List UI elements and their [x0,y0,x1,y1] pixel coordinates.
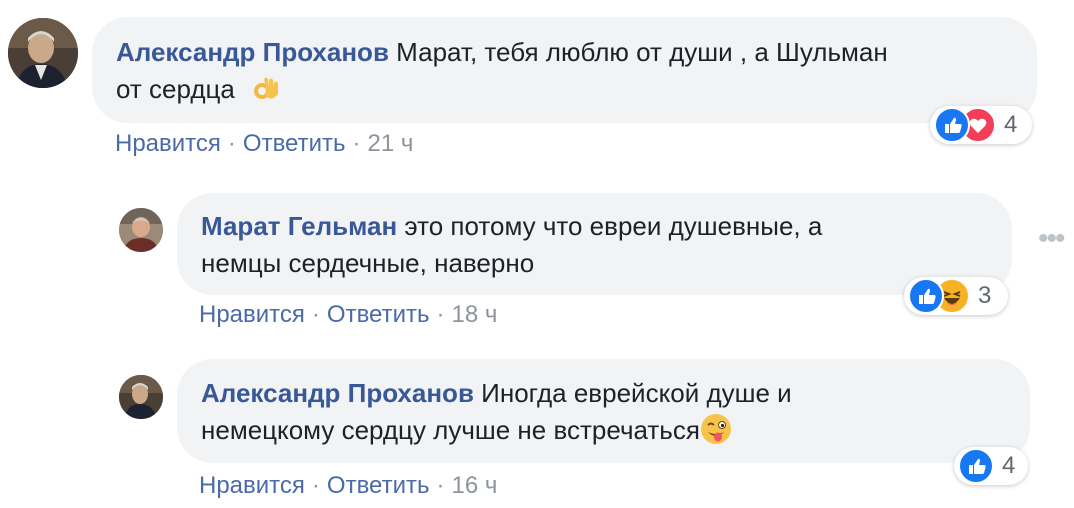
comment-author-link[interactable]: Марат Гельман [201,211,397,241]
avatar[interactable] [119,375,163,419]
reply-link[interactable]: Ответить [243,130,346,157]
comment-text-line: немецкому сердцу лучше не встречаться [201,415,700,445]
like-link[interactable]: Нравится [199,301,305,328]
like-icon [958,448,994,484]
reactions-summary[interactable]: 3 [904,277,1008,315]
comment-text-line: Иногда еврейской душе и [481,378,792,408]
reply-link[interactable]: Ответить [327,472,430,499]
ok-hand-icon [252,74,282,104]
comment-author-link[interactable]: Александр Проханов [116,37,389,67]
comment-bubble: Александр Проханов Иногда еврейской душе… [177,359,1030,463]
comment-text-line: Марат, тебя люблю от души , а Шульман [396,37,888,67]
comment-actions: Нравится · Ответить · 16 ч [199,472,497,500]
separator: · [227,130,236,157]
comment-text: Александр Проханов Марат, тебя люблю от … [116,34,1013,71]
comment-actions: Нравится · Ответить · 21 ч [115,130,413,158]
comment-text: Марат Гельман это потому что евреи душев… [201,208,988,245]
separator: · [436,301,445,328]
comment-bubble: Марат Гельман это потому что евреи душев… [177,193,1012,295]
comment-text-line: немцы сердечные, наверно [201,248,535,278]
winking-tongue-face-icon [700,413,732,445]
comment-text-line: от сердца [116,74,235,104]
timestamp-link[interactable]: 18 ч [452,301,498,328]
comment-text-line: это потому что евреи душевные, а [404,211,823,241]
comment-text-continued: от сердца [116,71,1013,108]
comment-text: Александр Проханов Иногда еврейской душе… [201,375,1006,412]
comment-text-continued: немецкому сердцу лучше не встречаться [201,412,1006,449]
separator: · [352,130,361,157]
comment-bubble: Александр Проханов Марат, тебя люблю от … [92,17,1037,123]
reaction-count: 4 [1002,452,1016,479]
timestamp-link[interactable]: 16 ч [452,472,498,499]
comment-text-continued: немцы сердечные, наверно [201,245,988,282]
more-options-icon[interactable]: ••• [1038,222,1065,256]
separator: · [436,472,445,499]
timestamp-link[interactable]: 21 ч [368,130,414,157]
like-icon [908,278,944,314]
separator: · [311,301,320,328]
reactions-summary[interactable]: 4 [930,106,1032,144]
reaction-count: 3 [978,282,992,309]
reply-link[interactable]: Ответить [327,301,430,328]
comment-author-link[interactable]: Александр Проханов [201,378,474,408]
reaction-count: 4 [1004,111,1018,138]
separator: · [311,472,320,499]
comment-actions: Нравится · Ответить · 18 ч [199,301,497,329]
avatar[interactable] [119,208,163,252]
like-link[interactable]: Нравится [115,130,221,157]
avatar[interactable] [8,18,78,88]
reactions-summary[interactable]: 4 [954,447,1028,485]
like-link[interactable]: Нравится [199,472,305,499]
like-icon [934,107,970,143]
